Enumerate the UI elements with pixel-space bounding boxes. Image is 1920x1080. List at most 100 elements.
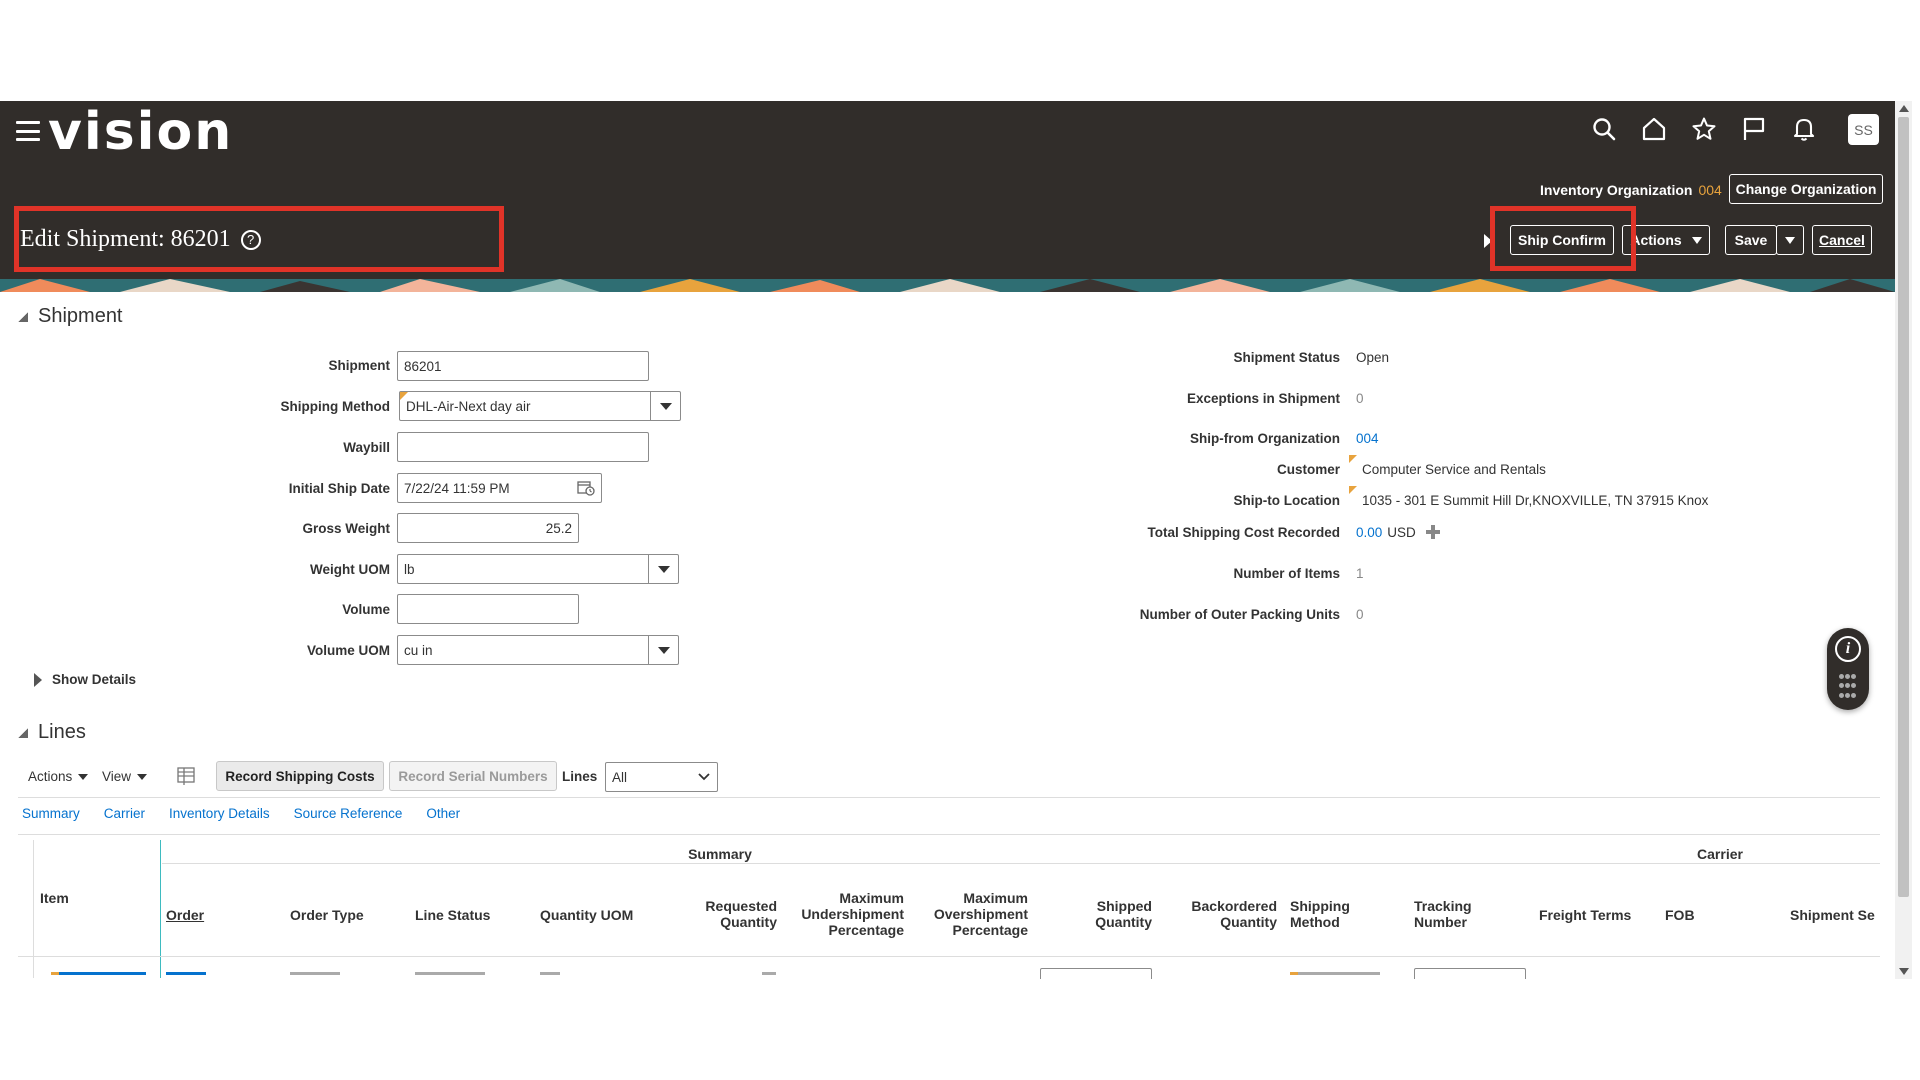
chevron-down-icon [657,646,670,654]
vertical-scrollbar[interactable] [1895,101,1912,979]
record-serial-numbers-button[interactable]: Record Serial Numbers [389,761,557,791]
shipping-method-cell[interactable] [1290,972,1380,975]
column-header-shipment-set[interactable]: Shipment Se [1790,907,1880,923]
shipment-value: 86201 [404,358,442,374]
exceptions-value: 0 [1356,391,1364,406]
cancel-button[interactable]: Cancel [1812,225,1872,255]
tab-summary[interactable]: Summary [22,806,80,821]
column-header-shipped-quantity[interactable]: Shipped Quantity [1080,898,1152,930]
item-link[interactable] [51,972,146,975]
change-organization-button[interactable]: Change Organization [1729,174,1883,204]
bell-icon[interactable] [1790,115,1818,143]
column-header-item[interactable]: Item [40,890,69,906]
calendar-icon[interactable] [577,480,595,496]
lines-actions-menu[interactable]: Actions [28,769,89,784]
weight-uom-select[interactable]: lb [397,554,679,584]
scroll-down-icon[interactable] [1899,968,1909,975]
dropdown-button[interactable] [648,636,678,664]
shipping-method-label: Shipping Method [280,399,390,414]
shipping-cost-row: 0.00 USD [1356,524,1441,540]
weight-uom-value: lb [404,561,415,577]
dropdown-button[interactable] [648,555,678,583]
chevron-down-icon [691,773,717,781]
waybill-input[interactable] [397,432,649,462]
shipment-input[interactable]: 86201 [397,351,649,381]
column-header-shipping-method[interactable]: Shipping Method [1290,898,1362,930]
lines-filter-value: All [612,769,628,785]
initial-ship-date-label: Initial Ship Date [288,481,390,496]
avatar[interactable]: SS [1848,114,1879,145]
lines-sub-tabs: Summary Carrier Inventory Details Source… [22,806,484,821]
add-icon[interactable] [1425,524,1441,540]
lines-filter-label: Lines [562,769,598,784]
column-header-tracking-number[interactable]: Tracking Number [1414,898,1484,930]
lines-view-menu[interactable]: View [102,769,148,784]
menu-icon[interactable] [16,121,40,141]
lines-section-header[interactable]: Lines [18,721,86,744]
ship-from-link[interactable]: 004 [1356,431,1379,446]
exceptions-label: Exceptions in Shipment [1186,391,1340,406]
column-header-max-overshipment[interactable]: Maximum Overshipment Percentage [916,890,1028,938]
column-header-max-undershipment[interactable]: Maximum Undershipment Percentage [790,890,904,938]
frozen-column-divider [160,840,161,978]
shipping-method-select[interactable]: DHL-Air-Next day air [399,391,681,421]
column-header-order-type[interactable]: Order Type [290,907,364,923]
order-type-cell [290,972,340,975]
column-header-fob[interactable]: FOB [1665,907,1695,923]
show-details-label: Show Details [52,672,137,687]
shipment-section-header[interactable]: Shipment [18,305,123,328]
app-logo[interactable]: vision [48,104,233,160]
page: vision SS Inventory Organization 004 Chan… [0,0,1920,1080]
column-header-freight-terms[interactable]: Freight Terms [1539,907,1631,923]
shipping-cost-currency: USD [1387,524,1416,540]
lines-filter-select[interactable]: All [605,762,718,792]
grid-dots-icon[interactable] [1839,674,1857,700]
volume-input[interactable] [397,594,579,624]
tab-carrier[interactable]: Carrier [104,806,145,821]
star-icon[interactable] [1690,115,1718,143]
column-header-requested-quantity[interactable]: Requested Quantity [695,898,777,930]
header-icons [1590,115,1818,143]
column-header-order[interactable]: Order [166,907,204,923]
table-left-border [33,840,34,978]
save-button[interactable]: Save [1725,225,1777,255]
ship-from-label: Ship-from Organization [1190,431,1340,446]
scroll-up-icon[interactable] [1899,105,1909,112]
top-whitespace [0,0,1920,101]
tracking-number-input[interactable] [1414,968,1526,979]
floating-info-widget[interactable]: i [1827,628,1869,710]
number-of-items-label: Number of Items [1233,566,1340,581]
gross-weight-input[interactable]: 25.2 [397,513,579,543]
record-shipping-costs-button[interactable]: Record Shipping Costs [216,761,384,791]
column-header-backordered-quantity[interactable]: Backordered Quantity [1175,898,1277,930]
show-details-toggle[interactable]: Show Details [34,672,136,687]
waybill-label: Waybill [343,440,390,455]
initial-ship-date-input[interactable]: 7/22/24 11:59 PM [397,473,602,503]
shipment-status-label: Shipment Status [1233,350,1340,365]
shipping-cost-link[interactable]: 0.00 [1356,525,1382,540]
inventory-organization-code: 004 [1698,182,1722,198]
requested-quantity-cell [762,972,776,975]
flag-icon[interactable] [1740,115,1768,143]
scroll-thumb[interactable] [1898,117,1909,897]
column-header-line-status[interactable]: Line Status [415,907,490,923]
shipped-quantity-input[interactable] [1040,968,1152,979]
volume-uom-select[interactable]: cu in [397,635,679,665]
search-icon[interactable] [1590,115,1618,143]
tab-inventory-details[interactable]: Inventory Details [169,806,270,821]
save-options-button[interactable] [1776,225,1804,255]
tab-source-reference[interactable]: Source Reference [294,806,403,821]
dropdown-button[interactable] [650,392,680,420]
inventory-organization: Inventory Organization 004 [1540,182,1722,198]
line-status-cell [415,972,485,975]
tab-other[interactable]: Other [426,806,460,821]
column-header-quantity-uom[interactable]: Quantity UOM [540,907,633,923]
lines-actions-label: Actions [28,769,73,784]
order-link[interactable] [166,972,206,975]
info-icon[interactable]: i [1835,636,1861,662]
home-icon[interactable] [1640,115,1668,143]
required-flag-icon [400,392,408,400]
table-row[interactable] [18,960,1895,979]
group-header-divider [162,863,1880,864]
freeze-columns-icon[interactable] [176,766,196,786]
